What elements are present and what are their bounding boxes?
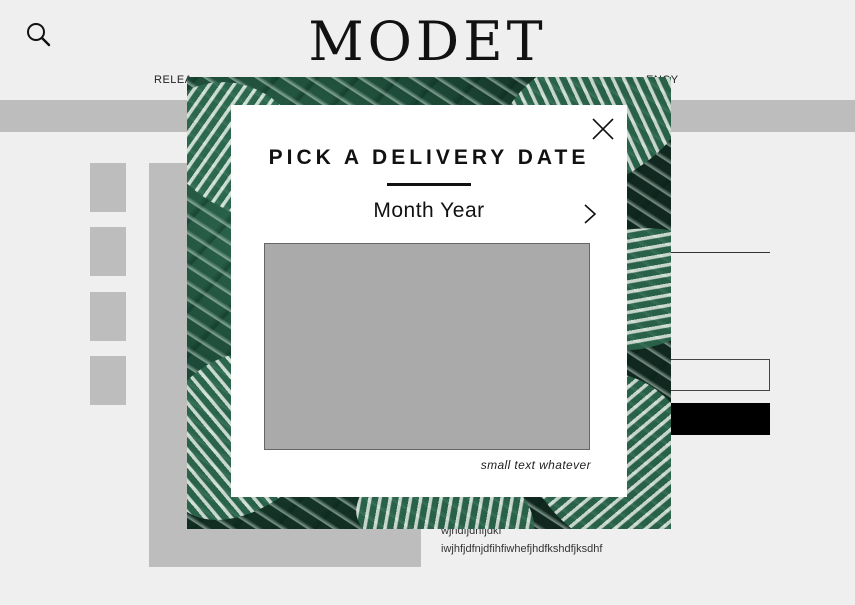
next-month-button[interactable] <box>581 203 599 225</box>
close-button[interactable] <box>591 117 615 141</box>
delivery-date-modal: PICK A DELIVERY DATE Month Year small te… <box>231 105 627 497</box>
close-icon <box>592 118 614 140</box>
product-thumbnail[interactable] <box>90 163 126 212</box>
calendar-grid[interactable] <box>264 243 590 450</box>
chevron-right-icon <box>584 204 597 224</box>
site-logo[interactable]: MODET <box>0 12 855 72</box>
product-thumbnail[interactable] <box>90 227 126 276</box>
product-thumbnail[interactable] <box>90 292 126 341</box>
modal-footnote: small text whatever <box>480 458 591 472</box>
description-line: iwjhfjdfnjdfihfiwhefjhdfkshdfjksdhf <box>441 543 603 555</box>
product-thumbnail[interactable] <box>90 356 126 405</box>
modal-title: PICK A DELIVERY DATE <box>268 146 590 169</box>
title-underline <box>387 183 471 186</box>
month-year-label: Month Year <box>373 199 485 222</box>
